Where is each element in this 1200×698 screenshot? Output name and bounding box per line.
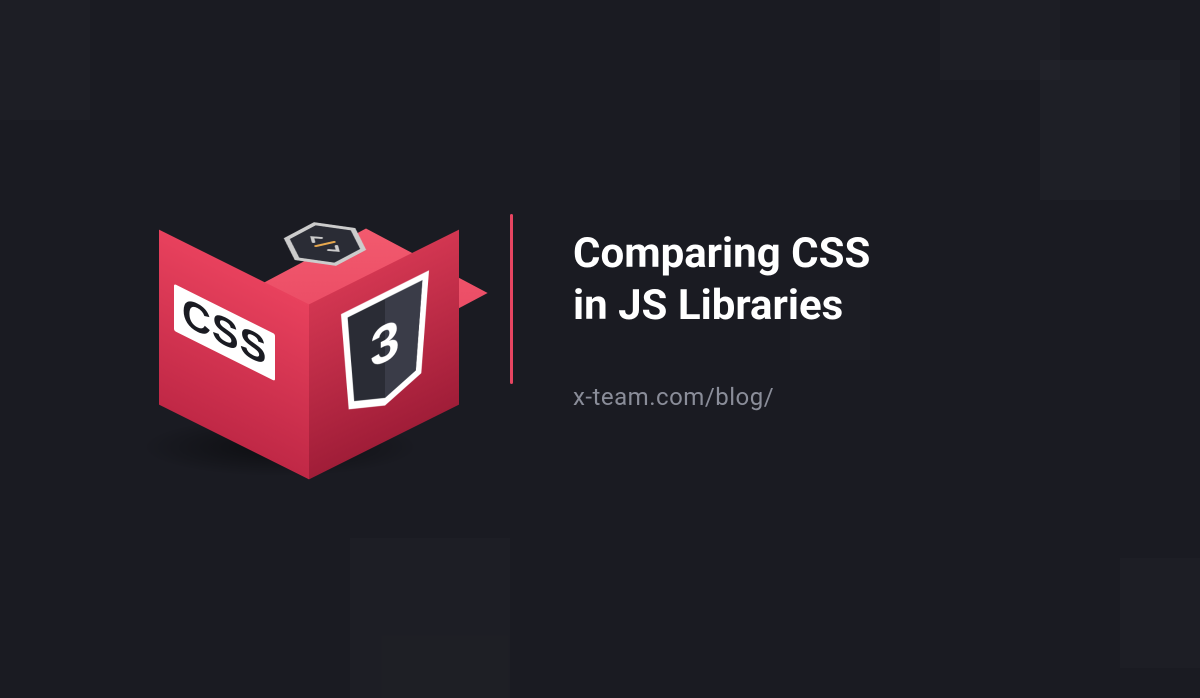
source-url: x-team.com/blog/ — [573, 383, 1120, 411]
vertical-divider — [510, 214, 513, 384]
title-line-1: Comparing CSS — [573, 229, 870, 278]
main-container: CSS 3 Comparing CSS in JS Libraries x-te… — [0, 0, 1200, 628]
cube-illustration: CSS 3 — [80, 114, 480, 514]
text-content: Comparing CSS in JS Libraries x-team.com… — [573, 218, 1120, 411]
page-title: Comparing CSS in JS Libraries — [573, 228, 1120, 333]
title-line-2: in JS Libraries — [573, 281, 843, 330]
